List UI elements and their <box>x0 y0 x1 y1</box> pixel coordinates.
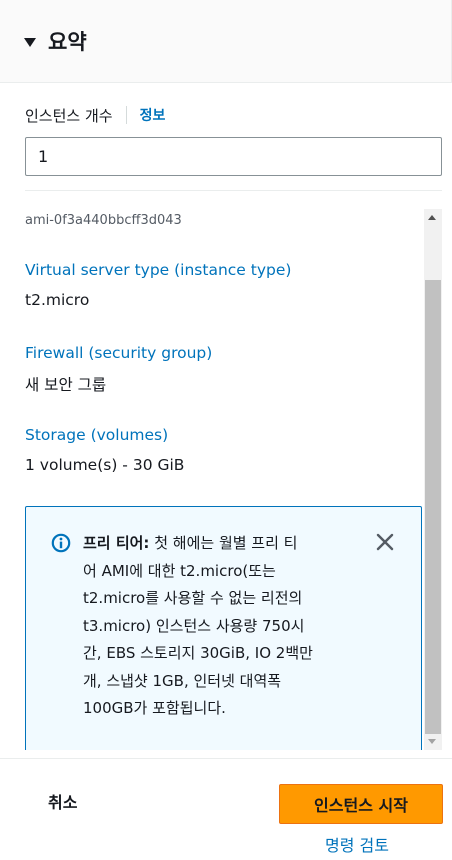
footer-actions: 취소 인스턴스 시작 명령 검토 <box>0 758 452 860</box>
storage-link[interactable]: Storage (volumes) <box>25 426 168 444</box>
caret-down-icon <box>24 37 36 47</box>
ami-id: ami-0f3a440bbcff3d043 <box>25 213 182 228</box>
free-tier-alert: 프리 티어: 첫 해에는 월별 프리 티 어 AMI에 대한 t2.micro(… <box>25 506 422 750</box>
storage-value: 1 volume(s) - 30 GiB <box>25 456 185 474</box>
instance-type-link[interactable]: Virtual server type (instance type) <box>25 261 291 279</box>
instance-count-label-row: 인스턴스 개수 정보 <box>25 104 165 126</box>
summary-details-scroll-area: ami-0f3a440bbcff3d043 Virtual server typ… <box>0 205 452 750</box>
free-tier-alert-line: 개, 스냅샷 1GB, 인터넷 대역폭 <box>83 671 282 690</box>
label-separator <box>125 106 127 124</box>
cancel-button[interactable]: 취소 <box>48 789 77 813</box>
review-commands-link[interactable]: 명령 검토 <box>325 832 389 856</box>
summary-header[interactable]: 요약 <box>0 0 452 83</box>
close-icon[interactable] <box>375 532 395 552</box>
info-link[interactable]: 정보 <box>140 105 166 125</box>
free-tier-alert-line: t2.micro를 사용할 수 없는 리전의 <box>83 589 303 607</box>
scroll-down-arrow-icon[interactable] <box>428 739 436 744</box>
scrollbar-thumb[interactable] <box>425 280 441 734</box>
free-tier-alert-text: 프리 티어: 첫 해에는 월별 프리 티 어 AMI에 대한 t2.micro(… <box>83 530 363 723</box>
free-tier-alert-line: t3.micro) 인스턴스 사용량 750시 <box>83 616 305 635</box>
launch-instance-button[interactable]: 인스턴스 시작 <box>279 784 443 824</box>
free-tier-alert-line: 첫 해에는 월별 프리 티 <box>154 534 298 552</box>
scrollbar[interactable] <box>424 209 442 750</box>
free-tier-alert-line: 간, EBS 스토리지 30GiB, IO 2백만 <box>83 644 313 662</box>
instance-count-input[interactable] <box>25 137 442 176</box>
free-tier-alert-line: 100GB가 포함됩니다. <box>83 699 226 717</box>
scroll-up-arrow-icon[interactable] <box>428 215 436 220</box>
info-icon <box>51 533 71 553</box>
firewall-value: 새 보안 그룹 <box>25 376 107 394</box>
firewall-link[interactable]: Firewall (security group) <box>25 344 212 362</box>
instance-count-label: 인스턴스 개수 <box>25 106 113 125</box>
free-tier-alert-title: 프리 티어: <box>83 534 150 552</box>
instance-type-value: t2.micro <box>25 291 90 309</box>
summary-panel: 요약 인스턴스 개수 정보 ami-0f3a440bbcff3d043 Virt… <box>0 0 452 860</box>
free-tier-alert-line: 어 AMI에 대한 t2.micro(또는 <box>83 561 276 580</box>
summary-title: 요약 <box>48 30 87 54</box>
divider <box>25 190 442 191</box>
